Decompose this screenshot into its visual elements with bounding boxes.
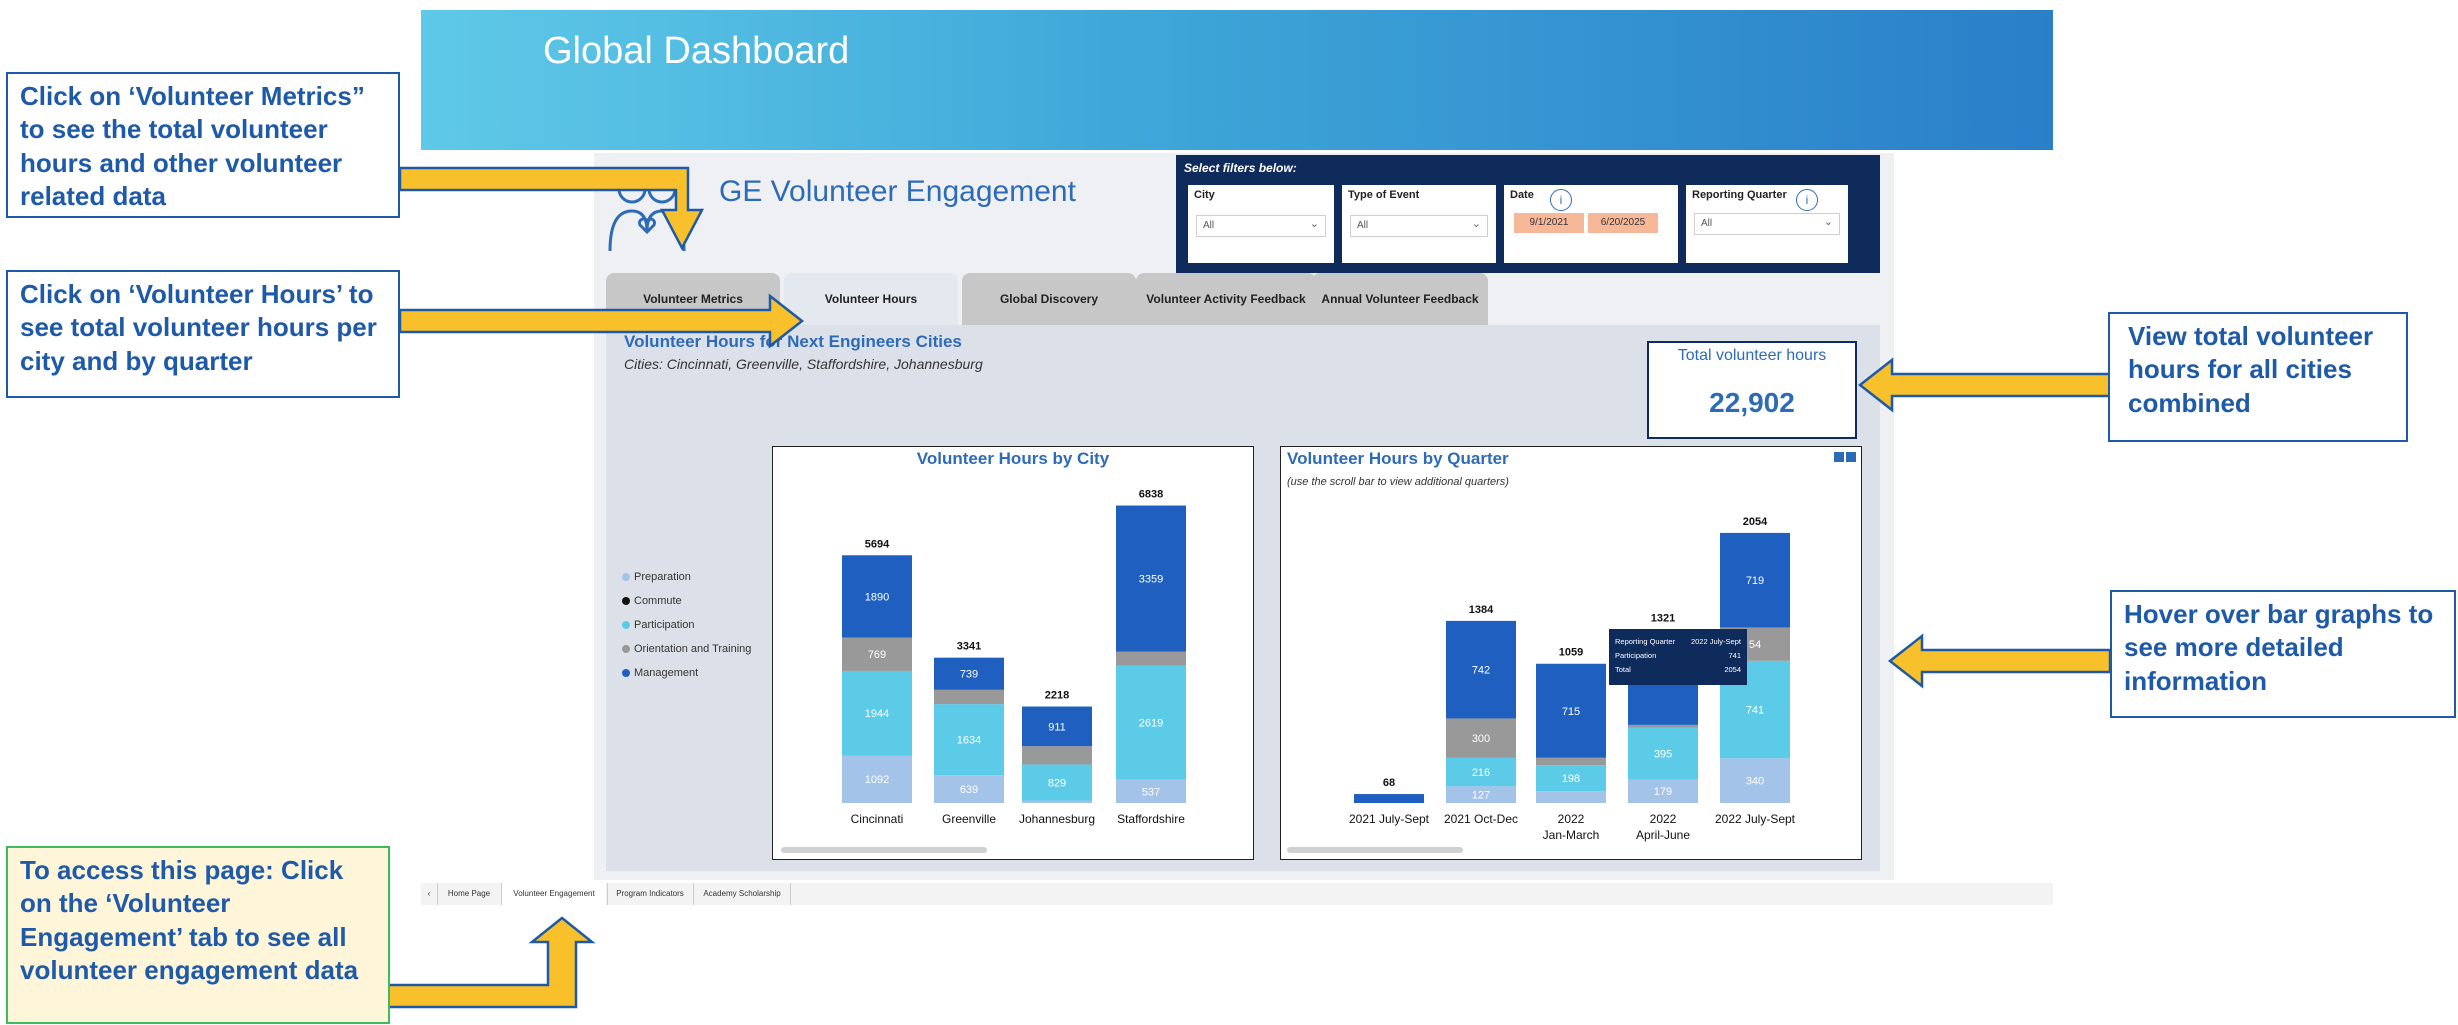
arrow-to-hours-tab-icon — [398, 293, 805, 349]
callout-total-hours: View total volunteer hours for all citie… — [2108, 312, 2408, 442]
arrow-to-total-card-icon — [1857, 357, 2112, 413]
callout-access-page: To access this page: Click on the ‘Volun… — [6, 846, 390, 1024]
arrow-to-metrics-tab-icon — [398, 166, 705, 251]
callout-volunteer-metrics: Click on ‘Volunteer Metrics” to see the … — [6, 72, 400, 218]
callout-hover-bars: Hover over bar graphs to see more detail… — [2110, 590, 2456, 718]
arrow-to-bars-icon — [1887, 633, 2112, 689]
arrow-to-engagement-tab-icon — [386, 916, 596, 1009]
callout-volunteer-hours: Click on ‘Volunteer Hours’ to see total … — [6, 270, 400, 398]
